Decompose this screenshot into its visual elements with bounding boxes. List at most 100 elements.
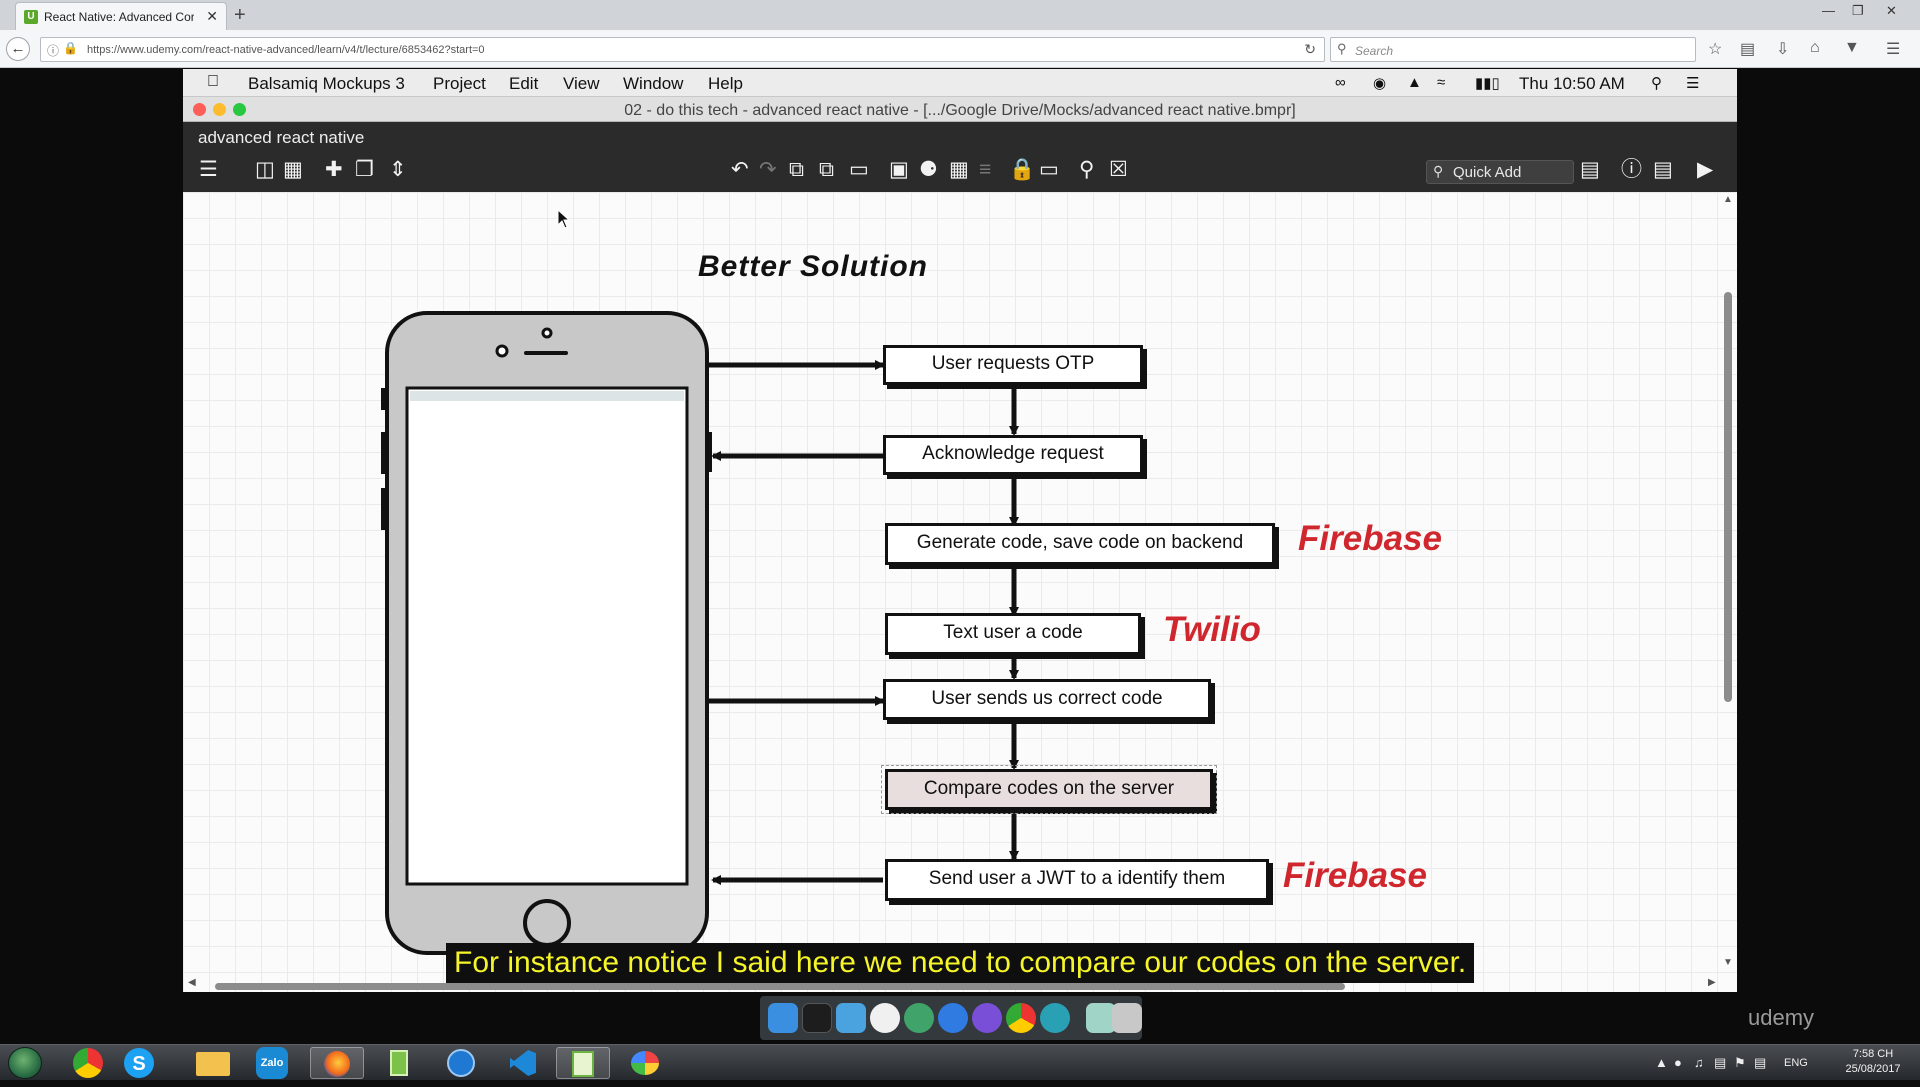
zalo-taskbar-icon[interactable]: Zalo (256, 1047, 288, 1079)
browser-tab-bar: U React Native: Advanced Cor ✕ + — ❐ ✕ (0, 0, 1920, 30)
window-title: 02 - do this tech - advanced react nativ… (624, 102, 1296, 119)
scroll-down-arrow-icon: ▼ (1723, 957, 1733, 968)
scroll-right-arrow-icon: ▶ (1708, 977, 1716, 988)
vertical-scrollbar (1724, 292, 1732, 702)
taskbar-time: 7:58 CH (1852, 1048, 1894, 1060)
smiley-icon (870, 1003, 900, 1033)
udemy-watermark: udemy (1748, 1005, 1815, 1030)
app-store-icon (447, 1049, 475, 1077)
mac-menubar:  Balsamiq Mockups 3 Project Edit View W… (183, 69, 1737, 97)
grid-icon: ▦ (283, 158, 303, 181)
search-app-icon (1040, 1003, 1070, 1033)
step-acknowledge-request: Acknowledge request (883, 435, 1143, 475)
step-compare-codes: Compare codes on the server (881, 765, 1217, 814)
mouse-cursor-icon (557, 209, 571, 229)
step-generate-code: Generate code, save code on backend (885, 523, 1275, 565)
language-indicator[interactable]: ENG (1784, 1057, 1808, 1069)
vscode-taskbar-icon[interactable] (496, 1047, 550, 1079)
step-text-user-code: Text user a code (885, 613, 1141, 655)
mockup-canvas: Better Solution User requests OTP Acknow… (183, 192, 1737, 992)
chrome-icon (1006, 1003, 1036, 1033)
glasses-icon: ∞ (1335, 74, 1346, 91)
step-user-requests-otp: User requests OTP (883, 345, 1143, 385)
reading-list-icon[interactable]: ▤ (1740, 39, 1755, 59)
lock-icon: 🔒 (63, 41, 78, 55)
close-window-icon[interactable]: ✕ (1886, 3, 1897, 19)
folder-taskbar-icon[interactable] (196, 1052, 230, 1076)
notes-taskbar-icon[interactable] (372, 1047, 426, 1079)
service-firebase-label: Firebase (1298, 519, 1442, 558)
url-bar[interactable]: ⓘ 🔒 https://www.udemy.com/react-native-a… (40, 37, 1325, 62)
step-label: Acknowledge request (922, 443, 1104, 464)
step-label: User requests OTP (931, 353, 1095, 374)
arrange-icon: ▦ (949, 158, 969, 181)
notepad-plus-taskbar-item[interactable] (556, 1047, 610, 1079)
menu-help: Help (708, 74, 743, 93)
delete-box-icon: ☒ (1109, 158, 1128, 181)
new-tab-button[interactable]: + (234, 4, 246, 27)
apple-icon:  (207, 73, 219, 91)
balsamiq-toolbar: advanced react native ☰ ◫ ▦ ✚ ❐ ⇕ ↶ ↷ ⧉ … (183, 122, 1737, 192)
skype-taskbar-icon[interactable]: S (124, 1048, 154, 1078)
menu-project: Project (433, 74, 486, 93)
copy-icon: ⧉ (789, 158, 804, 181)
restore-window-icon[interactable]: ❐ (1852, 3, 1864, 19)
app-store-icon (938, 1003, 968, 1033)
flag-icon[interactable]: ⚑ (1734, 1055, 1746, 1071)
pocket-icon[interactable]: ▼ (1844, 39, 1860, 57)
tray-expand-icon[interactable]: ▲ (1655, 1055, 1668, 1070)
horizontal-scrollbar (215, 983, 1345, 990)
presentation-icon: ▶ (1697, 158, 1714, 181)
step-send-jwt: Send user a JWT to a identify them (885, 859, 1269, 901)
step-label: Generate code, save code on backend (916, 532, 1244, 553)
scroll-left-arrow-icon: ◀ (188, 977, 196, 988)
paste-icon: ▭ (849, 158, 869, 181)
paint-taskbar-icon[interactable] (618, 1047, 672, 1079)
step-label: Compare codes on the server (923, 778, 1175, 799)
home-icon[interactable]: ⌂ (1810, 39, 1820, 57)
service-firebase-jwt-label: Firebase (1283, 856, 1427, 895)
files-icon (836, 1003, 866, 1033)
quick-add-label: Quick Add (1453, 164, 1522, 181)
redo-icon: ↷ (759, 158, 777, 181)
lock-icon: 🔒 (1009, 158, 1036, 181)
bookmark-star-icon[interactable]: ☆ (1708, 39, 1722, 59)
tray-skype-icon[interactable]: ● (1674, 1055, 1682, 1070)
minimize-window-icon[interactable]: — (1822, 3, 1835, 18)
duplicate-icon: ❐ (355, 158, 374, 181)
mac-clock: Thu 10:50 AM (1519, 74, 1625, 93)
reload-icon[interactable]: ↻ (1304, 41, 1316, 58)
tab-close-icon[interactable]: ✕ (206, 8, 218, 25)
ungroup-icon: ⚈ (919, 158, 938, 181)
finder-icon (768, 1003, 798, 1033)
connection-icon[interactable]: ▤ (1754, 1055, 1766, 1071)
add-icon: ✚ (325, 158, 343, 181)
search-placeholder: Search (1355, 44, 1394, 58)
network-icon[interactable]: ▤ (1714, 1055, 1726, 1071)
browser-tab[interactable]: U React Native: Advanced Cor ✕ (15, 2, 227, 30)
taskbar-clock[interactable]: 7:58 CH 25/08/2017 (1838, 1047, 1908, 1077)
start-button[interactable] (8, 1047, 42, 1079)
step-user-sends-code: User sends us correct code (883, 679, 1211, 720)
back-button[interactable]: ← (6, 37, 30, 61)
info-icon: ⓘ (1621, 158, 1642, 181)
cut-icon: ⧉ (819, 158, 834, 181)
project-name: advanced react native (198, 128, 365, 147)
wifi-icon: ≈ (1437, 74, 1446, 91)
quick-add-input: ⚲ Quick Add (1426, 160, 1574, 184)
hamburger-menu-icon: ☰ (199, 158, 218, 181)
volume-icon[interactable]: ♫ (1694, 1055, 1704, 1070)
taskbar-date: 25/08/2017 (1845, 1063, 1901, 1075)
search-input[interactable]: ⚲ Search (1330, 37, 1696, 62)
firefox-taskbar-item[interactable] (310, 1047, 364, 1079)
download-icon[interactable]: ⇩ (1776, 39, 1789, 59)
url-text[interactable]: https://www.udemy.com/react-native-advan… (87, 44, 485, 56)
menu-window: Window (623, 74, 684, 93)
trash-icon: ▭ (1039, 158, 1059, 181)
app-store-taskbar-icon[interactable] (434, 1047, 488, 1079)
info-icon[interactable]: ⓘ (47, 42, 59, 59)
menu-icon[interactable]: ☰ (1886, 39, 1900, 59)
group-icon: ▣ (889, 158, 909, 181)
chrome-taskbar-icon[interactable] (73, 1048, 103, 1078)
step-label: Text user a code (943, 622, 1083, 643)
